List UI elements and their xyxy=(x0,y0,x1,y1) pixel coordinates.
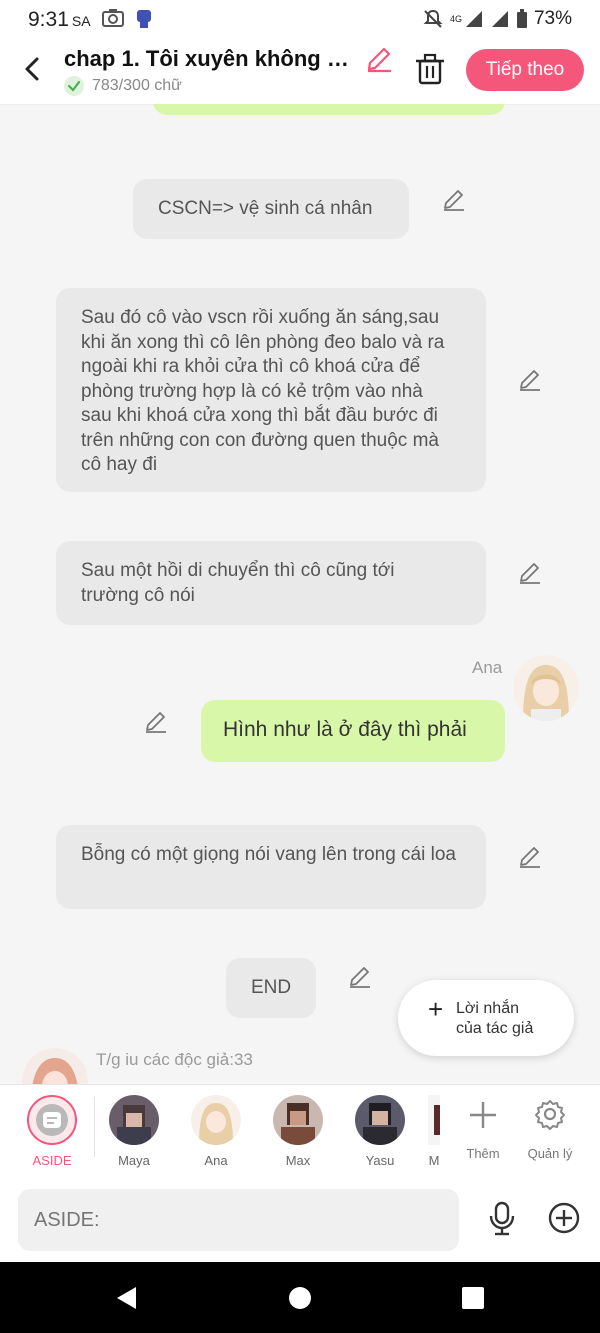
narration-bubble[interactable]: CSCN=> vệ sinh cá nhân xyxy=(133,179,409,239)
max-avatar xyxy=(273,1095,323,1145)
narration-text: Sau một hồi di chuyển thì cô cũng tới tr… xyxy=(81,560,395,606)
status-time: 9:31 SA xyxy=(28,8,91,32)
character-text: Hình như là ở đây thì phải xyxy=(223,718,467,741)
ana-avatar[interactable] xyxy=(513,655,579,721)
back-icon[interactable] xyxy=(18,54,48,84)
status-ampm: SA xyxy=(71,13,91,29)
narration-text: CSCN=> vệ sinh cá nhân xyxy=(158,198,373,219)
divider xyxy=(94,1097,95,1157)
author-note-text: T/g iu các độc giả:33 xyxy=(96,1050,253,1069)
author-avatar[interactable] xyxy=(22,1048,88,1084)
m-avatar xyxy=(428,1095,440,1145)
edit-pencil-icon[interactable] xyxy=(441,187,467,213)
edit-pencil-icon[interactable] xyxy=(517,844,543,870)
narration-bubble[interactable]: Bỗng có một giọng nói vang lên trong cái… xyxy=(56,825,486,909)
check-icon xyxy=(64,76,84,96)
aside-icon xyxy=(36,1104,68,1136)
manage-label: Quản lý xyxy=(527,1146,573,1161)
narration-bubble[interactable]: END xyxy=(226,958,316,1018)
gear-icon xyxy=(535,1100,565,1130)
trash-icon[interactable] xyxy=(414,52,446,88)
battery-icon xyxy=(516,9,527,28)
character-ana[interactable]: Ana xyxy=(186,1095,246,1168)
character-name: Ana xyxy=(472,658,503,677)
character-label: ASIDE xyxy=(32,1153,72,1168)
character-label: Max xyxy=(285,1153,311,1168)
edit-pencil-icon[interactable] xyxy=(517,367,543,393)
author-message-line1: Lời nhắn xyxy=(456,1000,519,1017)
home-nav-icon[interactable] xyxy=(288,1285,312,1311)
character-label: M xyxy=(428,1153,440,1168)
recents-nav-icon[interactable] xyxy=(461,1285,485,1311)
add-circle-icon[interactable] xyxy=(548,1202,580,1234)
narration-bubble[interactable]: Sau một hồi di chuyển thì cô cũng tới tr… xyxy=(56,541,486,625)
add-label: Thêm xyxy=(466,1146,500,1161)
narration-bubble[interactable]: Sau đó cô vào vscn rồi xuống ăn sáng,sau… xyxy=(56,288,486,492)
input-bar xyxy=(0,1178,600,1262)
aside-avatar xyxy=(27,1095,77,1145)
maya-avatar xyxy=(109,1095,159,1145)
app-bar: chap 1. Tôi xuyên không v... 783/300 chữ… xyxy=(0,40,600,105)
character-maya[interactable]: Maya xyxy=(104,1095,164,1168)
story-feed[interactable]: CSCN=> vệ sinh cá nhân Sau đó cô vào vsc… xyxy=(0,104,600,1084)
narration-text: END xyxy=(251,977,292,998)
chapter-title: chap 1. Tôi xuyên không v... xyxy=(64,46,354,71)
status-bar: 9:31 SA 4G 73% xyxy=(0,0,600,40)
author-message-line2: của tác giả xyxy=(456,1020,534,1037)
character-label: Yasu xyxy=(365,1153,395,1168)
manage-button[interactable]: Quản lý xyxy=(526,1097,574,1161)
edit-pencil-icon[interactable] xyxy=(347,964,373,990)
edit-title-pencil-icon[interactable] xyxy=(364,44,394,74)
word-count: 783/300 chữ xyxy=(92,77,182,94)
screenshot-icon xyxy=(102,9,124,27)
character-bar: ASIDE Maya Ana Max Yasu M Thêm Quản lý xyxy=(0,1084,600,1179)
character-aside[interactable]: ASIDE xyxy=(22,1095,82,1168)
edit-pencil-icon[interactable] xyxy=(517,560,543,586)
ana-avatar-small xyxy=(191,1095,241,1145)
author-message-button[interactable]: + Lời nhắn của tác giả xyxy=(398,980,574,1056)
edit-pencil-icon[interactable] xyxy=(143,709,169,735)
character-max[interactable]: Max xyxy=(268,1095,328,1168)
battery-percent: 73% xyxy=(533,8,572,29)
status-right: 4G 73% xyxy=(422,8,572,30)
character-label: Maya xyxy=(118,1153,150,1168)
character-bubble[interactable]: Hình như là ở đây thì phải xyxy=(201,700,505,762)
app-notification-icon xyxy=(137,10,151,28)
signal-icon-2 xyxy=(491,11,508,27)
narration-text: Bỗng có một giọng nói vang lên trong cái… xyxy=(81,844,456,865)
partial-character-bubble xyxy=(153,104,505,115)
next-button[interactable]: Tiếp theo xyxy=(466,49,584,91)
message-input[interactable] xyxy=(18,1189,459,1251)
status-time-value: 9:31 xyxy=(28,8,69,31)
yasu-avatar xyxy=(355,1095,405,1145)
mute-icon xyxy=(423,9,443,28)
add-character-button[interactable]: Thêm xyxy=(462,1097,504,1161)
network-type: 4G xyxy=(449,14,462,24)
signal-icon xyxy=(465,11,482,27)
character-label: Ana xyxy=(204,1153,228,1168)
notification-icons xyxy=(102,8,154,30)
microphone-icon[interactable] xyxy=(486,1200,518,1236)
word-count-row: 783/300 chữ xyxy=(64,76,182,96)
plus-icon xyxy=(470,1102,496,1128)
narration-text: Sau đó cô vào vscn rồi xuống ăn sáng,sau… xyxy=(81,307,445,475)
system-nav-bar xyxy=(0,1262,600,1333)
character-m[interactable]: M xyxy=(428,1095,440,1168)
back-nav-icon[interactable] xyxy=(114,1285,138,1311)
plus-icon: + xyxy=(428,994,444,1024)
character-yasu[interactable]: Yasu xyxy=(350,1095,410,1168)
